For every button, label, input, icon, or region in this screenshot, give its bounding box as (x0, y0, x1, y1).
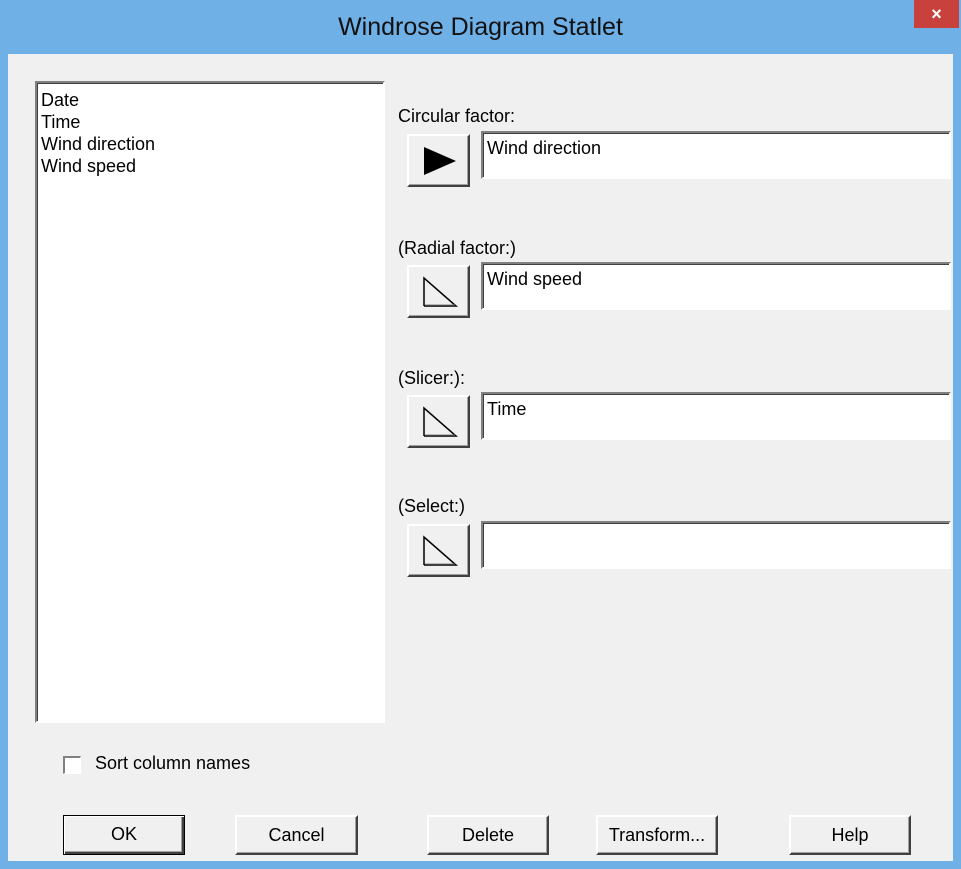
transform-button[interactable]: Transform... (596, 815, 718, 855)
outline-arrow-icon (423, 535, 458, 566)
list-item[interactable]: Wind direction (37, 133, 383, 155)
circular-factor-label: Circular factor: (398, 106, 516, 126)
slicer-field[interactable]: Time (481, 392, 951, 440)
window-title: Windrose Diagram Statlet (338, 13, 623, 41)
circular-factor-field[interactable]: Wind direction (481, 131, 951, 179)
list-item[interactable]: Date (37, 89, 383, 111)
select-field[interactable] (481, 521, 951, 569)
circular-factor-arrow-button[interactable] (407, 134, 470, 187)
list-item[interactable]: Time (37, 111, 383, 133)
cancel-button[interactable]: Cancel (235, 815, 358, 855)
sort-column-names-checkbox[interactable] (63, 756, 81, 774)
slicer-label: (Slicer:): (398, 368, 465, 388)
radial-factor-arrow-button[interactable] (407, 265, 470, 318)
close-icon: × (931, 4, 942, 24)
dialog-window: Windrose Diagram Statlet × Date Time Win… (0, 0, 961, 869)
sort-column-names-label[interactable]: Sort column names (95, 753, 250, 774)
help-button[interactable]: Help (789, 815, 911, 855)
filled-arrow-icon (424, 147, 456, 175)
dialog-body: Date Time Wind direction Wind speed Circ… (8, 54, 953, 861)
slicer-arrow-button[interactable] (407, 395, 470, 448)
close-button[interactable]: × (914, 0, 959, 28)
list-item[interactable]: Wind speed (37, 155, 383, 177)
outline-arrow-icon (423, 406, 458, 437)
column-list[interactable]: Date Time Wind direction Wind speed (35, 81, 385, 723)
radial-factor-label: (Radial factor:) (398, 238, 517, 258)
select-arrow-button[interactable] (407, 524, 470, 577)
outline-arrow-icon (423, 276, 458, 307)
delete-button[interactable]: Delete (427, 815, 549, 855)
radial-factor-field[interactable]: Wind speed (481, 262, 951, 310)
title-bar[interactable]: Windrose Diagram Statlet × (0, 0, 961, 54)
ok-button[interactable]: OK (63, 815, 185, 855)
select-label: (Select:) (398, 496, 466, 516)
